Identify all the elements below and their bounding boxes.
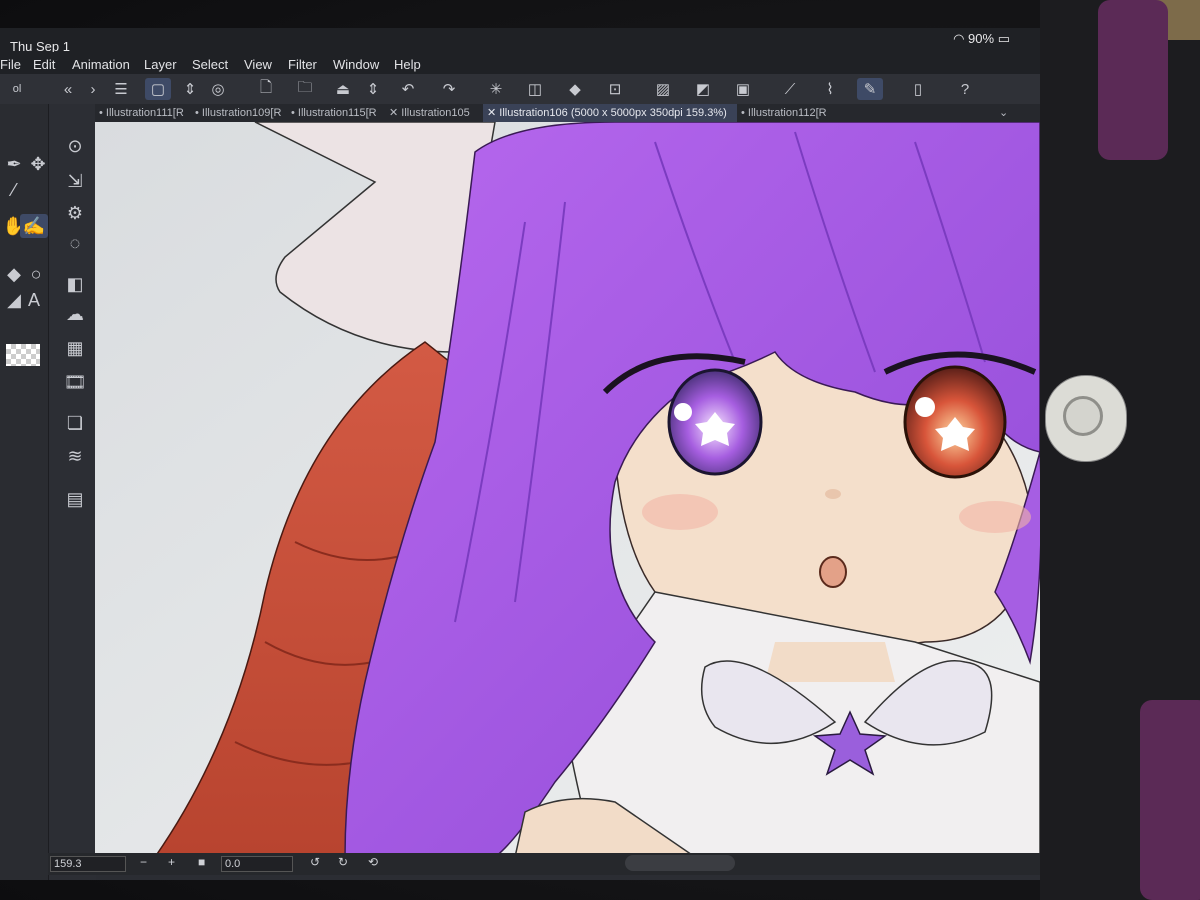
battery-icon: ▭ <box>997 31 1010 46</box>
grid-icon[interactable]: ▦ <box>61 336 89 360</box>
zoom-field[interactable]: 159.3 <box>50 856 126 872</box>
film-icon[interactable]: 🎞 <box>61 370 89 394</box>
menu-file[interactable]: File <box>0 57 21 72</box>
neck-shape <box>765 642 895 682</box>
menu-select[interactable]: Select <box>192 57 228 72</box>
command-palette: ⊙ ⇲ ⚙ ◌ ◧ ☁ ▦ 🎞 ❏ ≋ ▤ <box>48 104 96 880</box>
tab-label: Illustration111[R <box>105 107 184 119</box>
zoom-in-icon[interactable]: + <box>168 855 175 869</box>
undo-icon[interactable]: ↶ <box>395 78 421 100</box>
home-indicator[interactable] <box>625 855 735 871</box>
updown-arrows-icon[interactable]: ⇕ <box>177 78 203 100</box>
menu-bar: File Edit Animation Layer Select View Fi… <box>0 52 1040 74</box>
tab-label: Illustration105 <box>401 107 470 119</box>
transparent-color-icon[interactable] <box>6 344 40 366</box>
home-button[interactable] <box>1063 396 1103 436</box>
menu-filter[interactable]: Filter <box>288 57 317 72</box>
invert-selection-icon[interactable]: ◩ <box>690 78 716 100</box>
menu-animation[interactable]: Animation <box>72 57 130 72</box>
reset-rotation-icon[interactable]: ⟲ <box>368 855 378 869</box>
chevron-down-icon[interactable]: ⌄ <box>995 104 1019 122</box>
spiral-icon[interactable]: ◌ <box>61 231 89 255</box>
rotate-left-icon[interactable]: ↺ <box>310 855 320 869</box>
help-icon[interactable]: ? <box>952 78 978 100</box>
zoom-out-icon[interactable]: − <box>140 855 147 869</box>
settings-icon[interactable]: ⚙ <box>61 201 89 225</box>
tab-label: Illustration115[R <box>297 107 377 119</box>
tab-label: Illustration109[R <box>201 107 282 119</box>
right-blush <box>959 501 1031 533</box>
battery-percent: 90% <box>968 31 995 46</box>
layer-property-icon[interactable]: ⇲ <box>61 169 89 193</box>
deselect-icon[interactable]: ▨ <box>650 78 676 100</box>
eyedropper-icon[interactable]: ⁄ <box>0 178 28 202</box>
stack-icon[interactable]: ≋ <box>61 444 89 468</box>
tab-illustration112[interactable]: • Illustration112[R <box>737 104 833 122</box>
status-bottom-bar: 159.3 − + ■ 0.0 ↺ ↻ ⟲ <box>48 853 1040 875</box>
menu-layer[interactable]: Layer <box>144 57 177 72</box>
brush-icon[interactable]: ⌇ <box>817 78 843 100</box>
updown-arrows-icon-2[interactable]: ⇕ <box>360 78 386 100</box>
menu-view[interactable]: View <box>244 57 272 72</box>
tab-label: Illustration106 (5000 x 5000px 350dpi 15… <box>499 107 727 119</box>
text-icon[interactable]: A <box>20 288 48 312</box>
fit-icon[interactable]: ■ <box>198 855 205 869</box>
collapse-panel-icon[interactable]: « <box>55 78 81 100</box>
clear-icon[interactable]: ◫ <box>522 78 548 100</box>
nose <box>825 489 841 499</box>
tab-illustration115[interactable]: • Illustration115[R <box>287 104 383 122</box>
new-file-icon[interactable]: 🗋 <box>253 78 279 100</box>
open-folder-icon[interactable]: 🗀 <box>292 78 318 100</box>
device-icon[interactable]: ▯ <box>905 78 931 100</box>
tab-illustration109[interactable]: • Illustration109[R <box>191 104 287 122</box>
left-panel-label: ol <box>4 78 30 100</box>
clip-studio-icon[interactable]: ◎ <box>205 78 231 100</box>
command-bar: ol « › ☰ ▢ ⇕ ◎ 🗋 🗀 ⏏ ⇕ ↶ ↷ ✳ ◫ ◆ ⊡ ▨ ◩ ▣… <box>0 74 1040 105</box>
calendar-icon[interactable]: ▤ <box>61 487 89 511</box>
navigator-icon[interactable]: ◧ <box>61 272 89 296</box>
save-icon[interactable]: ⏏ <box>330 78 356 100</box>
rotate-right-icon[interactable]: ↻ <box>338 855 348 869</box>
tool-palette: ✒ ✥ ⁄ ✋ ✍ ◆ ○ ◢ A <box>0 104 48 880</box>
ruler-icon[interactable]: ⟋ <box>777 78 803 100</box>
tab-illustration111[interactable]: • Illustration111[R <box>95 104 191 122</box>
battery-indicator: ◠ 90% ▭ <box>953 31 1010 47</box>
menu-help[interactable]: Help <box>394 57 421 72</box>
close-icon[interactable]: ✕ <box>389 107 398 119</box>
redo-icon[interactable]: ↷ <box>436 78 462 100</box>
case-strap-bottom <box>1140 700 1200 900</box>
crop-selection-icon[interactable]: ▣ <box>730 78 756 100</box>
drawing-canvas[interactable] <box>95 122 1040 857</box>
app-screen: Thu Sep 1 ◠ 90% ▭ File Edit Animation La… <box>0 28 1040 880</box>
tab-illustration106[interactable]: ✕ Illustration106 (5000 x 5000px 350dpi … <box>483 104 737 122</box>
status-bar: Thu Sep 1 ◠ 90% ▭ <box>0 28 1040 54</box>
tab-label: Illustration112[R <box>747 107 827 119</box>
right-eye-highlight <box>915 397 935 417</box>
transform-icon[interactable]: ⊡ <box>602 78 628 100</box>
zoom-icon[interactable]: ⊙ <box>61 134 89 158</box>
expand-panel-icon[interactable]: › <box>80 78 106 100</box>
artwork <box>95 122 1040 857</box>
left-panel-text: ol <box>12 83 22 95</box>
pen-tool-icon[interactable]: ✍ <box>20 214 48 238</box>
hamburger-menu-icon[interactable]: ☰ <box>108 78 134 100</box>
left-eye-highlight <box>674 403 692 421</box>
pen-setting-icon[interactable]: ✎ <box>857 78 883 100</box>
close-icon[interactable]: ✕ <box>487 107 496 119</box>
rotation-field[interactable]: 0.0 <box>221 856 293 872</box>
material-icon[interactable]: ☁ <box>61 302 89 326</box>
document-tabs: • Illustration111[R • Illustration109[R … <box>95 104 1040 122</box>
canvas-select-icon[interactable]: ▢ <box>145 78 171 100</box>
fill-icon[interactable]: ◆ <box>562 78 588 100</box>
circle-icon[interactable]: ○ <box>22 262 50 286</box>
case-strap-top <box>1098 0 1168 160</box>
menu-window[interactable]: Window <box>333 57 379 72</box>
mouth <box>819 556 847 588</box>
layers-icon[interactable]: ❏ <box>61 411 89 435</box>
wifi-icon: ◠ <box>953 31 969 46</box>
menu-edit[interactable]: Edit <box>33 57 55 72</box>
left-blush <box>642 494 718 530</box>
tab-illustration105[interactable]: ✕ Illustration105 <box>385 104 485 122</box>
loading-icon[interactable]: ✳ <box>483 78 509 100</box>
